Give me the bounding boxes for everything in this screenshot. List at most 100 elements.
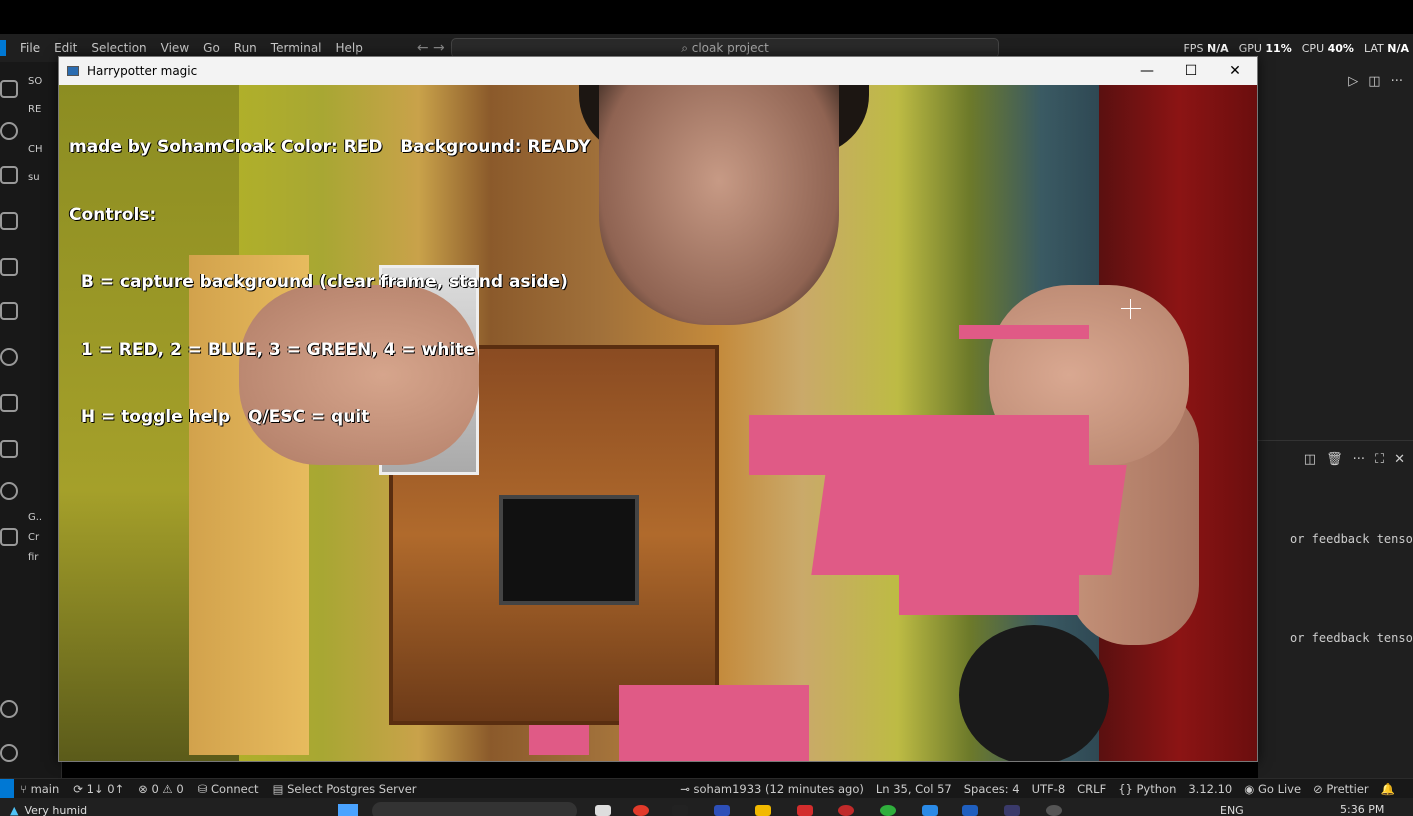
extensions-icon[interactable] <box>0 258 18 276</box>
source-control-icon[interactable] <box>0 166 18 184</box>
maximize-icon[interactable]: ☐ <box>1169 57 1213 85</box>
command-center-search[interactable]: ⌕ cloak project <box>451 38 999 58</box>
close-icon[interactable]: ✕ <box>1213 57 1257 85</box>
menu-help[interactable]: Help <box>336 41 363 55</box>
database-icon: ⛁ <box>197 781 211 796</box>
menu-terminal[interactable]: Terminal <box>271 41 322 55</box>
cursor-position[interactable]: Ln 35, Col 57 <box>876 782 952 796</box>
app-icon[interactable] <box>880 805 896 816</box>
postgres-server-button[interactable]: ▤ Select Postgres Server <box>273 782 417 796</box>
python-version[interactable]: 3.12.10 <box>1188 782 1232 796</box>
weather-widget[interactable]: ▲ Very humid <box>10 804 87 816</box>
database-icon[interactable] <box>0 394 18 412</box>
nav-back-forward-icon[interactable]: ← → <box>417 40 445 56</box>
language-mode[interactable]: {} Python <box>1118 782 1176 796</box>
trash-icon[interactable]: 🗑 <box>1326 452 1343 467</box>
vscode-taskbar-icon[interactable] <box>922 805 938 816</box>
account-icon[interactable] <box>0 700 18 718</box>
menu-edit[interactable]: Edit <box>54 41 77 55</box>
clock[interactable]: 5:36 PM <box>1340 803 1384 816</box>
sidebar: SO RE CH su G.. Cr fir <box>22 62 62 778</box>
go-live-button[interactable]: ◉ Go Live <box>1244 782 1301 796</box>
chrome-icon[interactable] <box>838 805 854 816</box>
menu-run[interactable]: Run <box>234 41 257 55</box>
eol[interactable]: CRLF <box>1077 782 1106 796</box>
taskbar: ▲ Very humid ENG 5:36 PM <box>0 798 1413 816</box>
cpu-readout: CPU 40% <box>1301 42 1354 55</box>
overlay-control-colors: 1 = RED, 2 = BLUE, 3 = GREEN, 4 = white <box>69 339 475 360</box>
broadcast-icon: ◉ <box>1244 782 1258 796</box>
sync-icon: ⟳ <box>73 781 87 796</box>
taskbar-search[interactable] <box>372 802 577 816</box>
file-icon[interactable] <box>595 805 611 816</box>
help-overlay: made by SohamCloak Color: RED Background… <box>69 91 590 474</box>
browser-icon[interactable] <box>633 805 649 816</box>
window-title: Harrypotter magic <box>87 64 198 78</box>
sidebar-title: SO <box>28 76 43 87</box>
sync-indicator[interactable]: ⟳ 1↓ 0↑ <box>73 782 124 796</box>
app-icon[interactable] <box>672 805 688 816</box>
lat-readout: LAT N/A <box>1363 42 1409 55</box>
cloak-residue <box>529 725 589 755</box>
postgres-icon[interactable] <box>0 528 18 546</box>
git-blame[interactable]: ⊸ soham1933 (12 minutes ago) <box>680 782 864 796</box>
terminal-line: or feedback tenso <box>1290 532 1413 546</box>
menu-view[interactable]: View <box>161 41 189 55</box>
app-icon[interactable] <box>797 805 813 816</box>
fps-readout: FPS N/A <box>1183 42 1229 55</box>
sidebar-section-ch[interactable]: CH <box>28 144 43 155</box>
server-icon: ▤ <box>272 781 288 796</box>
indentation[interactable]: Spaces: 4 <box>964 782 1020 796</box>
language-indicator[interactable]: ENG <box>1220 804 1244 816</box>
face <box>599 85 839 325</box>
panel-divider <box>1258 440 1413 441</box>
start-icon[interactable] <box>338 804 358 816</box>
run-debug-icon[interactable] <box>0 212 18 230</box>
app-icon[interactable] <box>1004 805 1020 816</box>
gear-icon[interactable] <box>0 744 18 762</box>
menu-go[interactable]: Go <box>203 41 220 55</box>
search-icon[interactable] <box>0 122 18 140</box>
prettier-button[interactable]: ⊘ Prettier <box>1313 782 1369 796</box>
monitor <box>499 495 639 605</box>
perf-overlay: FPS N/A GPU 11% CPU 40% LAT N/A <box>1183 42 1409 55</box>
app-icon[interactable] <box>1046 805 1062 816</box>
more-icon[interactable]: ··· <box>1353 452 1365 467</box>
minimize-icon[interactable]: — <box>1125 57 1169 85</box>
app-icon[interactable] <box>962 805 978 816</box>
run-icon[interactable]: ▷ <box>1348 74 1358 89</box>
opencv-titlebar[interactable]: Harrypotter magic — ☐ ✕ <box>59 57 1257 85</box>
folder-icon[interactable] <box>755 805 771 816</box>
status-bar: ⑂ main ⟳ 1↓ 0↑ ⊗ 0 ⚠ 0 ⛁ Connect ▤ Selec… <box>0 778 1413 799</box>
testing-icon[interactable] <box>0 302 18 320</box>
sidebar-item-fir[interactable]: fir <box>28 552 38 563</box>
copilot-icon[interactable] <box>0 482 18 500</box>
notebook-icon[interactable] <box>0 440 18 458</box>
explorer-icon[interactable] <box>0 80 18 98</box>
app-icon[interactable] <box>714 805 730 816</box>
sidebar-section-re[interactable]: RE <box>28 104 41 115</box>
remote-indicator[interactable] <box>0 778 14 799</box>
webcam-frame[interactable]: made by SohamCloak Color: RED Background… <box>59 85 1257 761</box>
connect-button[interactable]: ⛁ Connect <box>198 782 259 796</box>
maximize-panel-icon[interactable]: ⛶ <box>1375 452 1384 467</box>
split-terminal-icon[interactable]: ◫ <box>1304 452 1316 467</box>
menu-file[interactable]: File <box>20 41 40 55</box>
panel-actions: ◫ 🗑 ··· ⛶ ✕ <box>1304 452 1405 467</box>
window-controls: — ☐ ✕ <box>1125 57 1257 85</box>
problems-indicator[interactable]: ⊗ 0 ⚠ 0 <box>138 782 184 796</box>
more-icon[interactable]: ··· <box>1391 74 1403 89</box>
weather-icon: ▲ <box>10 804 19 816</box>
branch-indicator[interactable]: ⑂ main <box>20 782 59 796</box>
bell-icon[interactable]: 🔔 <box>1381 782 1395 796</box>
remote-explorer-icon[interactable] <box>0 348 18 366</box>
sidebar-input-su[interactable]: su <box>28 172 40 183</box>
split-editor-icon[interactable]: ◫ <box>1368 74 1380 89</box>
commit-icon: ⊸ <box>680 782 694 796</box>
sidebar-section-g[interactable]: G.. <box>28 512 42 523</box>
encoding[interactable]: UTF-8 <box>1032 782 1066 796</box>
sidebar-item-cr[interactable]: Cr <box>28 532 39 543</box>
menu-selection[interactable]: Selection <box>91 41 146 55</box>
editor-actions: ▷ ◫ ··· <box>1348 74 1403 89</box>
close-icon[interactable]: ✕ <box>1394 452 1405 467</box>
